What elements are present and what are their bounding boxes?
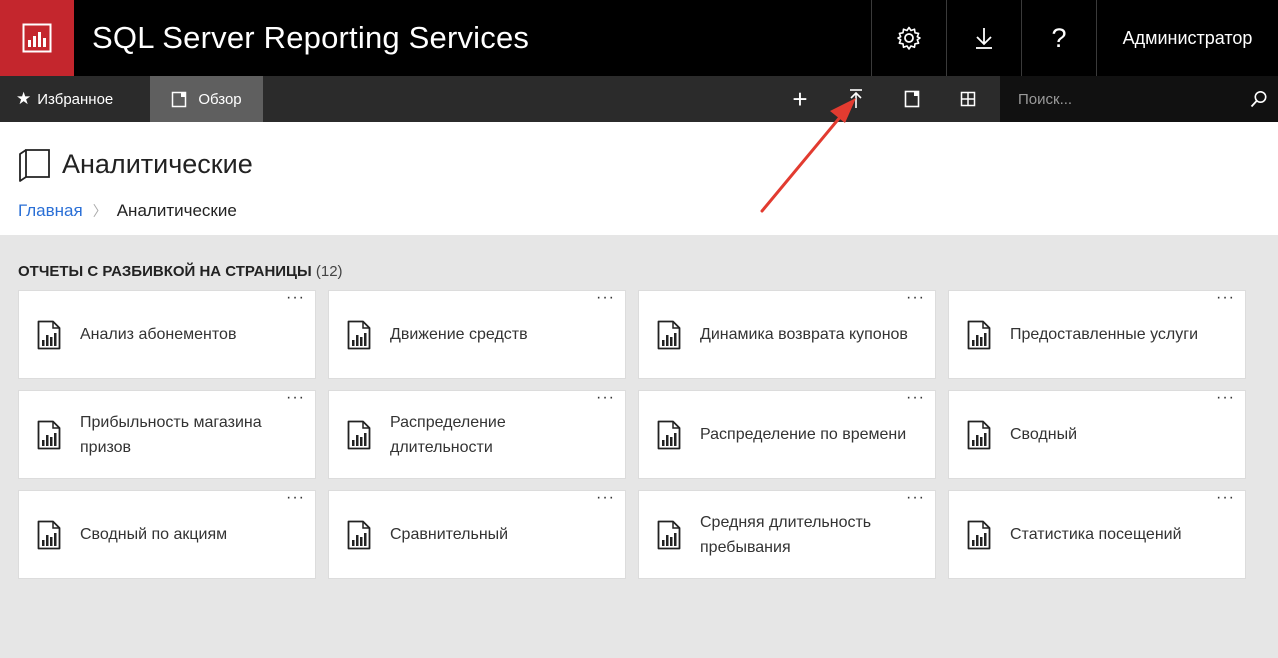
report-tile[interactable]: Распределение длительности ··· <box>328 390 626 479</box>
more-options-icon[interactable]: ··· <box>906 290 925 306</box>
tab-browse-label: Обзор <box>198 90 242 108</box>
report-tile[interactable]: Распределение по времени ··· <box>638 390 936 479</box>
report-icon <box>347 420 371 449</box>
report-icon <box>657 420 681 449</box>
report-logo-icon <box>22 23 52 53</box>
report-icon <box>967 520 991 549</box>
report-title: Прибыльность магазина призов <box>80 413 262 456</box>
section-title: ОТЧЕТЫ С РАЗБИВКОЙ НА СТРАНИЦЫ (12) <box>18 263 343 280</box>
user-name: Администратор <box>1122 27 1253 48</box>
page-view-icon <box>904 90 920 108</box>
help-icon: ? <box>1051 22 1067 53</box>
help-button[interactable]: ? <box>1021 0 1096 76</box>
upload-button[interactable] <box>828 76 884 122</box>
report-tile[interactable]: Средняя длительность пребывания ··· <box>638 490 936 579</box>
search-input[interactable] <box>1018 90 1250 108</box>
report-tile[interactable]: Статистика посещений ··· <box>948 490 1246 579</box>
report-title: Сводный <box>1010 426 1078 443</box>
more-options-icon[interactable]: ··· <box>1216 290 1235 306</box>
more-options-icon[interactable]: ··· <box>286 390 305 406</box>
more-options-icon[interactable]: ··· <box>596 390 615 406</box>
more-options-icon[interactable]: ··· <box>906 490 925 506</box>
app-title: SQL Server Reporting Services <box>92 20 530 55</box>
search-box <box>1000 76 1278 122</box>
section-count: (12) <box>315 263 343 280</box>
report-tile[interactable]: Движение средств ··· <box>328 290 626 379</box>
download-icon <box>976 28 992 49</box>
report-title: Предоставленные услуги <box>1010 326 1199 343</box>
upload-icon <box>850 89 862 108</box>
tab-favorites[interactable]: ★ Избранное <box>0 76 150 122</box>
folder-icon <box>19 149 50 182</box>
grid-icon <box>960 91 976 107</box>
gear-icon <box>897 26 921 50</box>
report-title: Средняя длительность пребывания <box>700 513 872 556</box>
page-title-row: Аналитические <box>18 146 253 182</box>
search-icon[interactable] <box>1250 90 1268 108</box>
report-icon <box>347 320 371 349</box>
report-tile[interactable]: Прибыльность магазина призов ··· <box>18 390 316 479</box>
report-tile[interactable]: Сводный по акциям ··· <box>18 490 316 579</box>
settings-button[interactable] <box>871 0 946 76</box>
breadcrumb: Главная 〉 Аналитические <box>18 201 237 221</box>
star-icon: ★ <box>16 89 32 108</box>
report-title: Статистика посещений <box>1010 526 1182 543</box>
user-menu[interactable]: Администратор <box>1096 0 1278 76</box>
report-title: Динамика возврата купонов <box>700 326 908 343</box>
section-title-text: ОТЧЕТЫ С РАЗБИВКОЙ НА СТРАНИЦЫ <box>18 263 312 280</box>
report-title: Сводный по акциям <box>80 526 228 543</box>
toolbar: ★ Избранное Обзор + <box>0 76 1278 122</box>
more-options-icon[interactable]: ··· <box>596 490 615 506</box>
more-options-icon[interactable]: ··· <box>906 390 925 406</box>
breadcrumb-home-link[interactable]: Главная <box>18 201 83 221</box>
new-button[interactable]: + <box>772 76 828 122</box>
report-icon <box>37 520 61 549</box>
report-title: Распределение длительности <box>390 413 506 456</box>
report-title: Анализ абонементов <box>80 326 237 343</box>
report-title: Движение средств <box>390 326 528 343</box>
tab-browse[interactable]: Обзор <box>150 76 263 122</box>
report-tile[interactable]: Сравнительный ··· <box>328 490 626 579</box>
browse-icon <box>172 91 187 107</box>
report-title: Распределение по времени <box>700 426 907 443</box>
more-options-icon[interactable]: ··· <box>286 290 305 306</box>
grid-view-button[interactable] <box>940 76 996 122</box>
report-icon <box>967 320 991 349</box>
more-options-icon[interactable]: ··· <box>1216 390 1235 406</box>
report-tile[interactable]: Сводный ··· <box>948 390 1246 479</box>
chevron-right-icon: 〉 <box>92 203 107 219</box>
more-options-icon[interactable]: ··· <box>1216 490 1235 506</box>
report-icon <box>37 420 61 449</box>
plus-icon: + <box>792 83 808 114</box>
top-header: SQL Server Reporting Services ? Админист… <box>0 0 1278 76</box>
report-tile[interactable]: Предоставленные услуги ··· <box>948 290 1246 379</box>
report-icon <box>37 320 61 349</box>
tab-favorites-label: Избранное <box>37 90 114 108</box>
report-icon <box>657 320 681 349</box>
report-tile[interactable]: Анализ абонементов ··· <box>18 290 316 379</box>
report-tile[interactable]: Динамика возврата купонов ··· <box>638 290 936 379</box>
breadcrumb-current: Аналитические <box>116 201 237 220</box>
ssrs-logo[interactable] <box>0 0 74 76</box>
report-title: Сравнительный <box>390 526 509 543</box>
report-icon <box>967 420 991 449</box>
page-title: Аналитические <box>62 148 253 179</box>
more-options-icon[interactable]: ··· <box>286 490 305 506</box>
report-icon <box>657 520 681 549</box>
report-grid: Анализ абонементов ··· Движение средств ···… <box>18 290 1246 579</box>
report-icon <box>347 520 371 549</box>
tile-view-button[interactable] <box>884 76 940 122</box>
page-header: Аналитические Главная 〉 Аналитические <box>0 122 1278 235</box>
download-button[interactable] <box>946 0 1021 76</box>
more-options-icon[interactable]: ··· <box>596 290 615 306</box>
